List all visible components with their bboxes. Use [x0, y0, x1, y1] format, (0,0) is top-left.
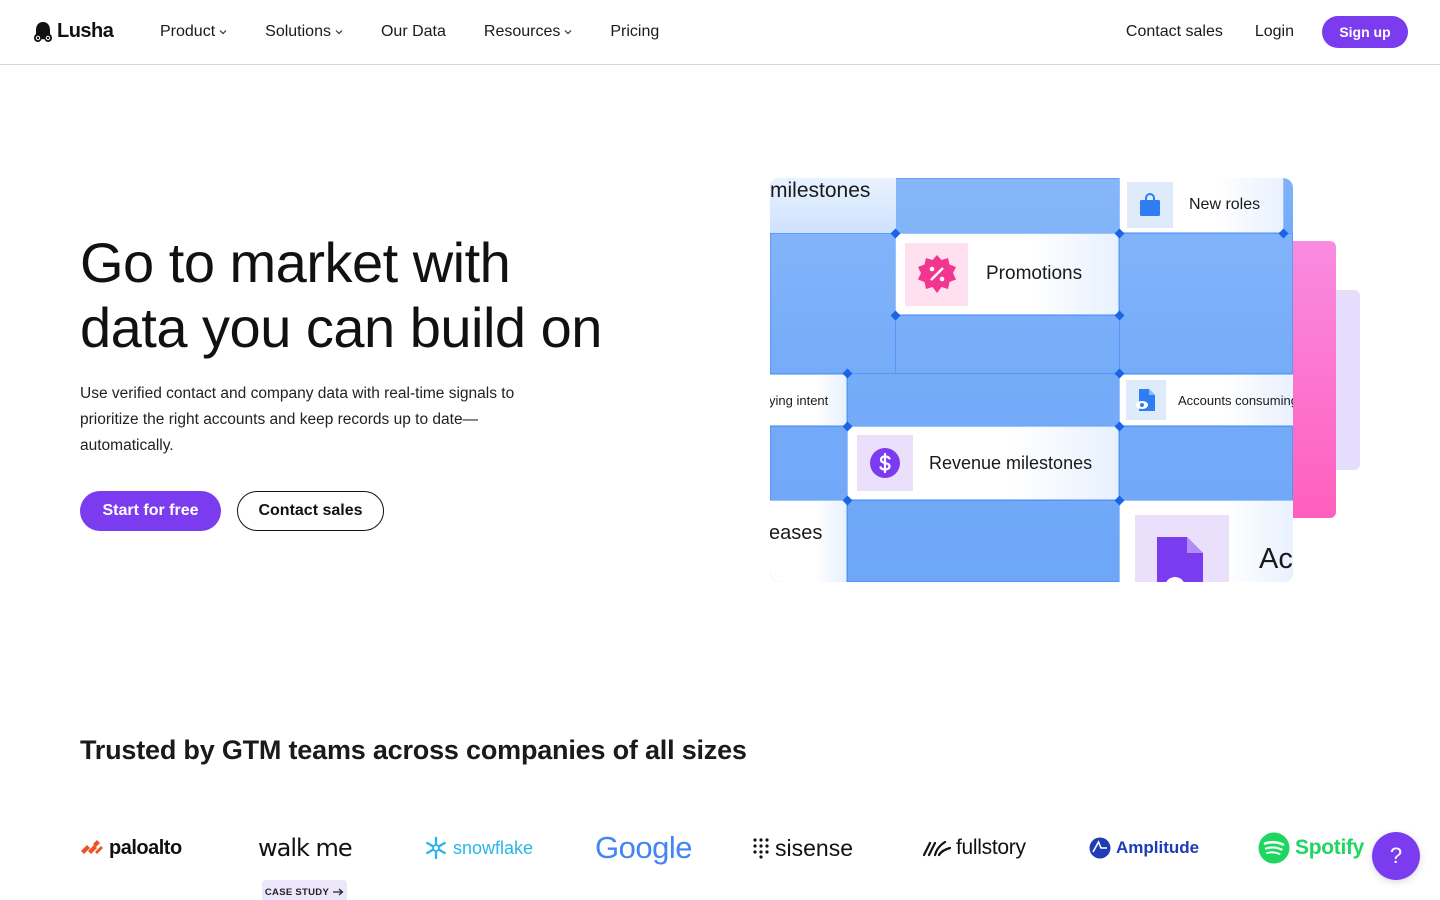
logo-wordmark: Google [595, 830, 692, 865]
grid-cell [895, 178, 1120, 234]
logo-text: Lusha [57, 20, 114, 42]
nav-actions: Contact sales Login Sign up [1126, 16, 1408, 48]
logo-wordmark: Spotify [1295, 836, 1365, 859]
logo-wordmark: Amplitude [1116, 838, 1200, 857]
logo-fullstory: fullstory [923, 825, 1026, 871]
shopping-bag-icon [1140, 193, 1160, 216]
logo-wordmark: walk me [258, 834, 353, 862]
accounts-icon-tile [1135, 515, 1229, 582]
accounts-consuming-label: Accounts consuming [1178, 392, 1293, 408]
decorative-pink-strip [1293, 241, 1336, 518]
grid-cell [847, 373, 1120, 427]
buying-intent-card: ying intent [770, 374, 847, 426]
trusted-heading: Trusted by GTM teams across companies of… [80, 735, 747, 765]
accounts-consuming-card: Accounts consuming [1119, 374, 1293, 426]
grid-cell [847, 500, 1120, 582]
promotions-label: Promotions [986, 263, 1083, 284]
nav-item-our-data[interactable]: Our Data [381, 23, 446, 41]
sisense-mark-icon [753, 838, 769, 859]
accounts-card-partial: Ac [1119, 500, 1293, 582]
hero-title: Go to market with data you can build on [80, 230, 700, 360]
grid-cell [1119, 426, 1293, 501]
lusha-logo[interactable]: Lusha [33, 20, 114, 43]
help-chat-button[interactable]: ? [1372, 832, 1420, 880]
decorative-lavender-strip [1336, 290, 1360, 470]
document-user-icon [1157, 537, 1203, 582]
nav-item-label: Pricing [610, 23, 660, 40]
nav-item-label: Our Data [380, 23, 446, 40]
start-for-free-button[interactable]: Start for free [80, 491, 221, 531]
signals-illustration: milestones New roles Promotions ying int… [770, 178, 1293, 582]
logo-sisense: sisense [752, 825, 853, 871]
chevron-down-icon [564, 30, 572, 35]
nav-item-solutions[interactable]: Solutions [265, 23, 343, 41]
case-study-label: CASE STUDY [264, 886, 330, 898]
customer-logos: paloalto walk me snowflake Google sisens… [80, 825, 1370, 875]
arrow-right-icon [333, 888, 344, 896]
nav-item-label: Solutions [265, 23, 331, 40]
logo-snowflake: snowflake [424, 825, 533, 871]
contact-sales-button[interactable]: Contact sales [237, 491, 384, 531]
dollar-circle-icon [870, 448, 900, 478]
hero-title-line-2: data you can build on [80, 296, 602, 359]
logo-wordmark: fullstory [956, 836, 1026, 859]
logo-walkme: walk me [258, 825, 353, 871]
logo-spotify: Spotify [1258, 825, 1364, 871]
new-roles-icon-tile [1127, 182, 1173, 228]
hero-subtitle: Use verified contact and company data wi… [80, 385, 515, 454]
logo-wordmark: paloalto [109, 836, 182, 859]
logo-wordmark: snowflake [453, 837, 534, 858]
paloalto-mark-icon [81, 840, 103, 854]
main-menu: Product Solutions Our Data Resources Pri… [160, 0, 697, 64]
grid-cell [770, 426, 848, 501]
nav-item-product[interactable]: Product [160, 23, 227, 41]
spotify-mark-icon [1258, 832, 1290, 864]
chevron-down-icon [219, 30, 227, 35]
promotions-card: Promotions [895, 233, 1119, 315]
login-link[interactable]: Login [1255, 23, 1294, 41]
revenue-milestones-card: Revenue milestones [847, 426, 1119, 500]
discount-badge-icon [917, 255, 956, 293]
grid-cell [1119, 233, 1293, 374]
signup-button[interactable]: Sign up [1322, 16, 1408, 48]
nav-item-resources[interactable]: Resources [484, 23, 572, 41]
milestones-label: milestones [770, 178, 871, 202]
lusha-logo-icon [34, 21, 52, 42]
grid-cell [895, 315, 1120, 374]
promotions-icon-tile [905, 242, 968, 306]
accounts-consuming-icon-tile [1126, 380, 1166, 420]
revenue-milestones-label: Revenue milestones [929, 452, 1093, 473]
case-study-link[interactable]: CASE STUDY [262, 880, 347, 900]
logo-google: Google [595, 825, 692, 871]
logo-paloalto: paloalto [80, 825, 182, 871]
milestones-card: milestones [770, 178, 896, 233]
revenue-milestones-icon-tile [857, 435, 913, 491]
new-roles-card: New roles [1119, 178, 1284, 233]
chevron-down-icon [335, 30, 343, 35]
releases-label: eases [770, 521, 823, 544]
amplitude-mark-icon [1089, 837, 1111, 859]
releases-card: eases [770, 500, 847, 582]
buying-intent-label: ying intent [770, 392, 829, 408]
document-eye-icon [1136, 389, 1155, 411]
nav-item-label: Resources [483, 23, 561, 40]
hero-title-line-1: Go to market with [80, 231, 511, 294]
nav-item-label: Product [160, 23, 216, 40]
fullstory-mark-icon [923, 840, 951, 857]
nav-item-pricing[interactable]: Pricing [610, 23, 659, 41]
logo-amplitude: Amplitude [1089, 825, 1199, 871]
logo-wordmark: sisense [775, 834, 853, 861]
top-navigation: Lusha Product Solutions Our Data Resourc… [0, 0, 1440, 65]
new-roles-label: New roles [1189, 196, 1261, 213]
nav-contact-sales-link[interactable]: Contact sales [1126, 23, 1223, 41]
snowflake-icon [426, 836, 446, 860]
grid-cell [770, 233, 896, 374]
ac-label: Ac [1259, 543, 1293, 575]
